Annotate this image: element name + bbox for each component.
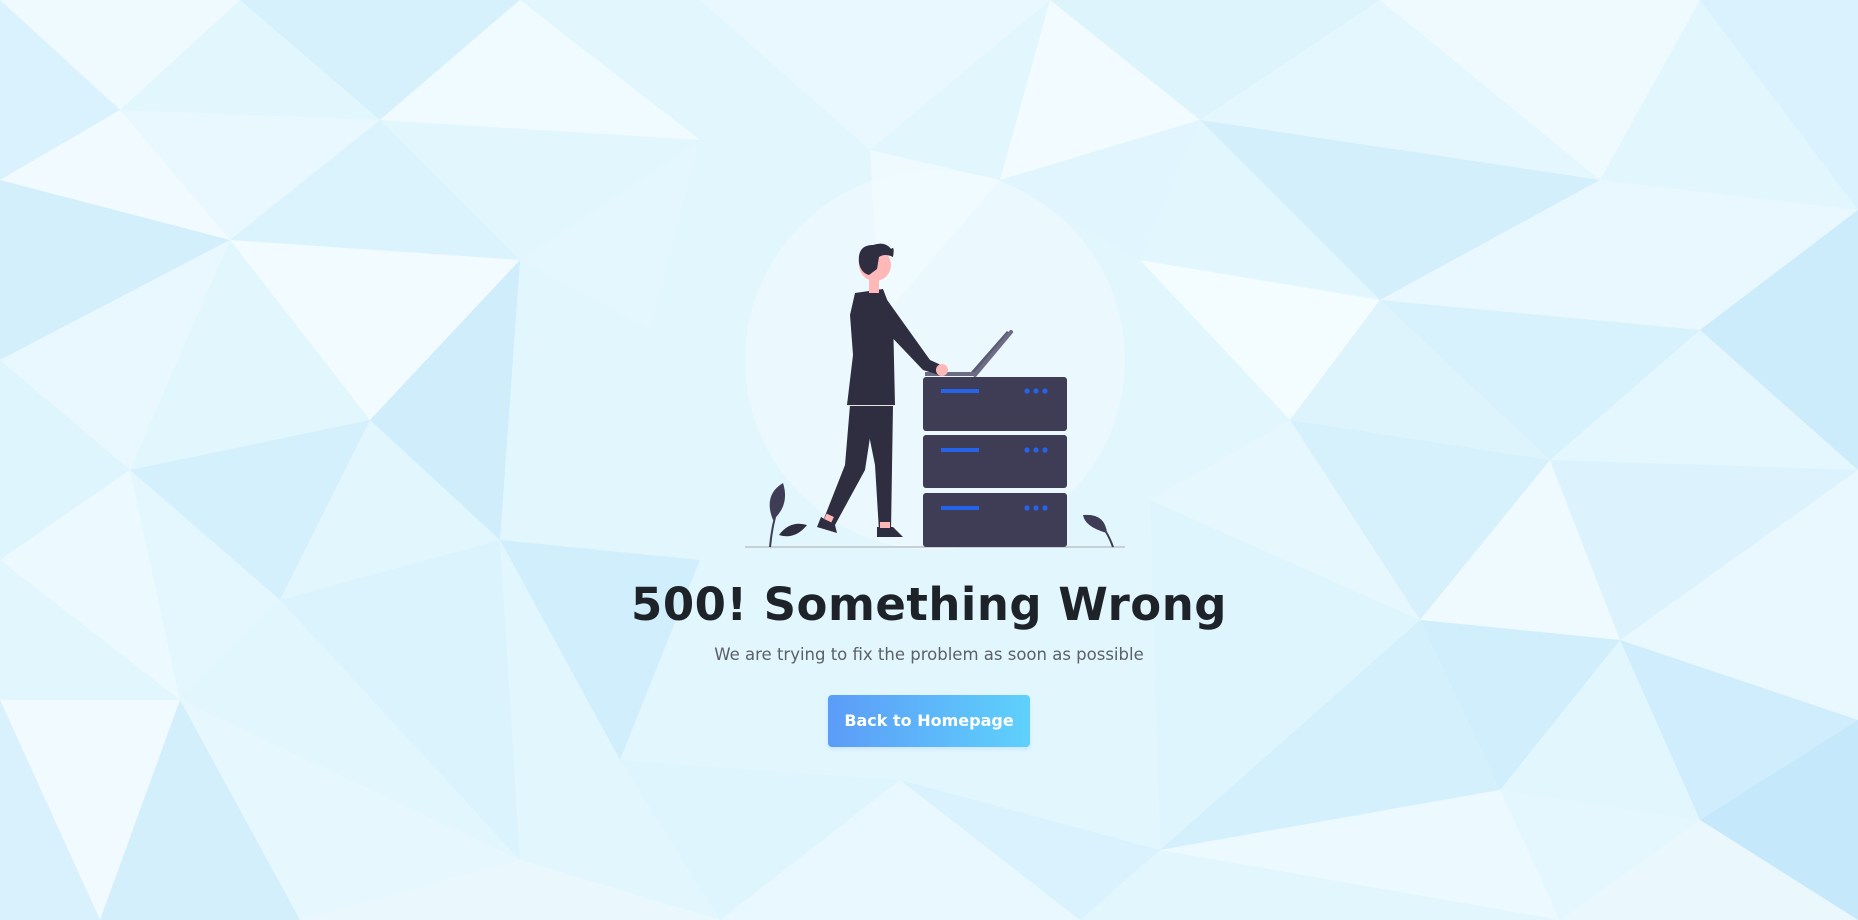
plant-left-icon [769, 483, 807, 548]
back-to-homepage-button[interactable]: Back to Homepage [828, 695, 1030, 747]
error-title: 500! Something Wrong [631, 578, 1227, 631]
person-server-illustration [745, 243, 1125, 548]
plant-right-icon [1083, 514, 1114, 548]
server-rack-icon [923, 377, 1067, 547]
error-message: We are trying to fix the problem as soon… [714, 645, 1144, 664]
